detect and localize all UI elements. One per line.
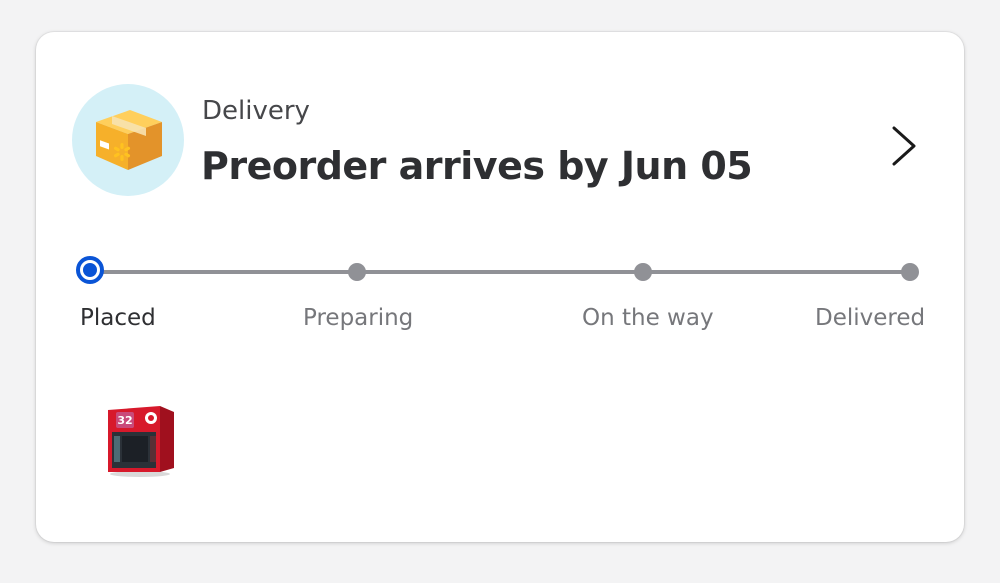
product-box-badge: 32 <box>117 414 132 427</box>
delivery-eta-title: Preorder arrives by Jun 05 <box>201 144 753 188</box>
chevron-right-icon[interactable] <box>888 124 918 168</box>
delivery-avatar <box>72 84 184 196</box>
product-thumbnail[interactable]: 32 <box>102 402 178 478</box>
progress-track <box>90 270 910 274</box>
step-label-on-the-way: On the way <box>582 305 714 331</box>
step-dot-placed <box>76 256 104 284</box>
package-box-icon <box>96 110 162 170</box>
delivery-label: Delivery <box>202 96 310 126</box>
delivery-card[interactable]: Delivery Preorder arrives by Jun 05 Plac… <box>36 32 964 542</box>
step-dot-on-the-way <box>634 263 652 281</box>
step-dot-delivered <box>901 263 919 281</box>
step-dot-preparing <box>348 263 366 281</box>
step-label-placed: Placed <box>80 305 156 331</box>
step-label-delivered: Delivered <box>815 305 926 331</box>
step-label-preparing: Preparing <box>303 305 414 331</box>
